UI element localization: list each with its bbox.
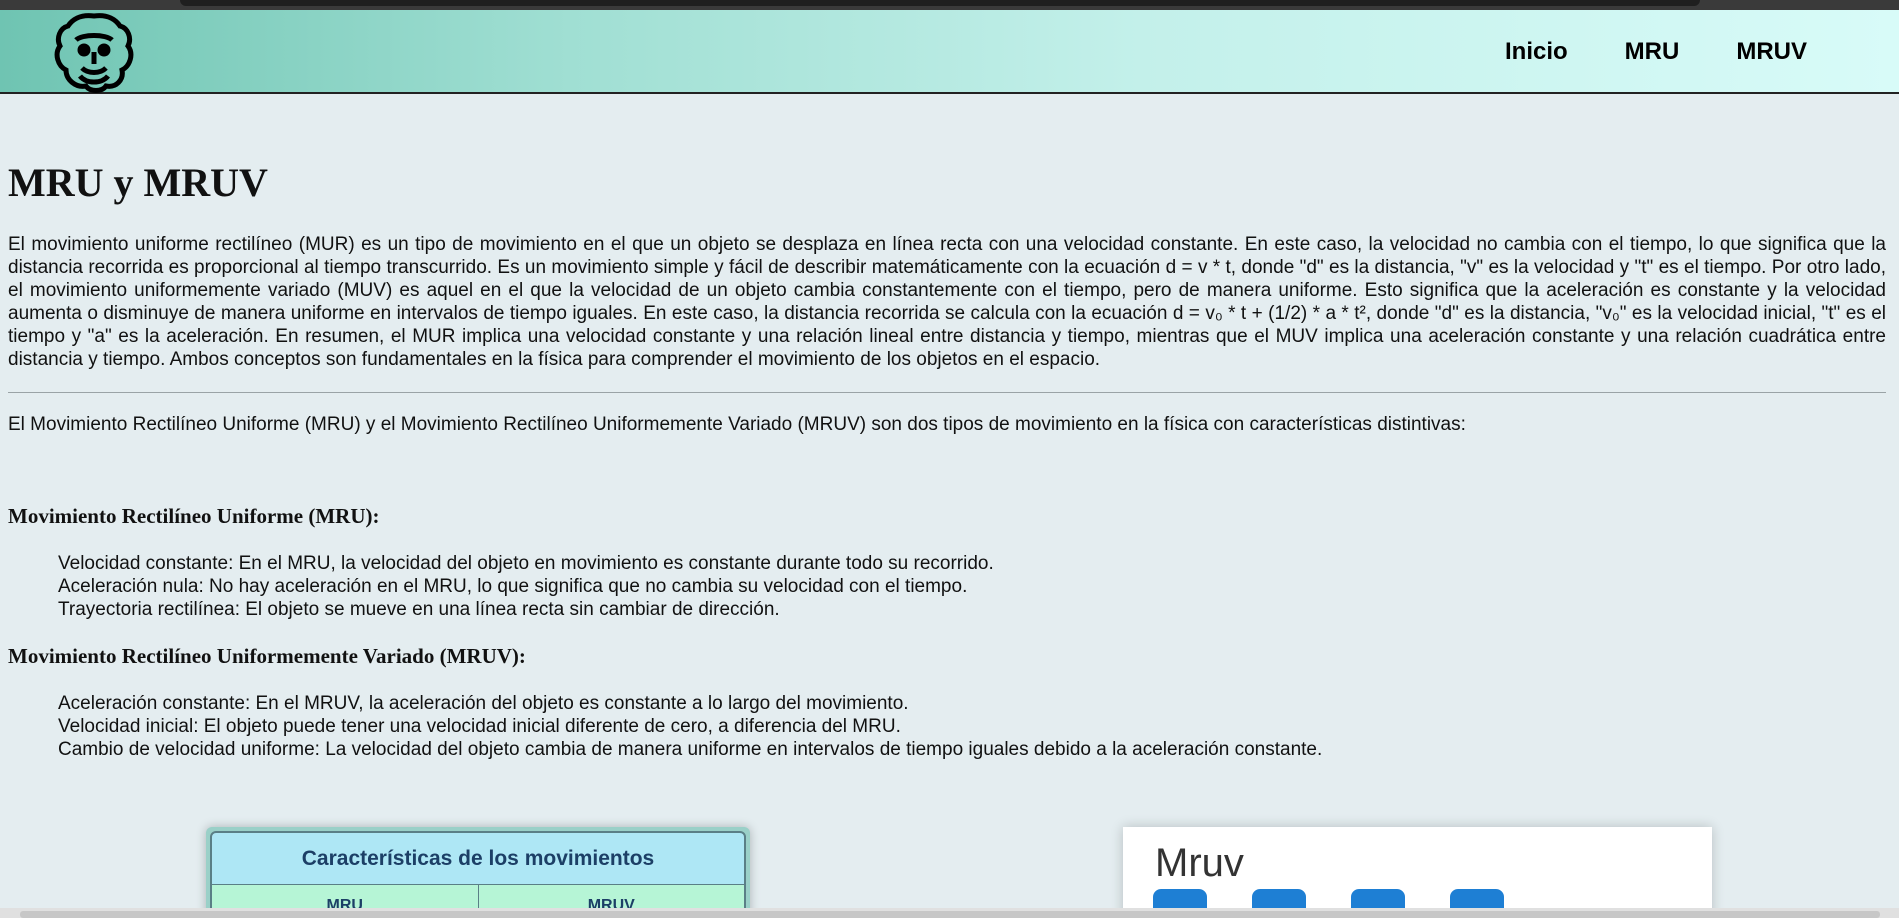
navbar: Inicio MRU MRUV xyxy=(0,10,1899,94)
list-item: Aceleración constante: En el MRUV, la ac… xyxy=(58,693,909,714)
divider xyxy=(8,392,1886,393)
mruv-list: Aceleración constante: En el MRUV, la ac… xyxy=(58,692,1886,761)
nav-links: Inicio MRU MRUV xyxy=(1505,10,1807,94)
page-title: MRU y MRUV xyxy=(8,160,268,205)
mruv-image-title: Mruv xyxy=(1155,841,1244,885)
browser-tabstrip xyxy=(180,0,1700,6)
mru-list: Velocidad constante: En el MRU, la veloc… xyxy=(58,552,1886,621)
characteristics-table-image: Características de los movimientos MRU M… xyxy=(206,827,750,918)
list-item: Velocidad constante: En el MRU, la veloc… xyxy=(58,553,994,574)
main-content: MRU y MRUV El movimiento uniforme rectil… xyxy=(8,94,1886,761)
nav-link-inicio[interactable]: Inicio xyxy=(1505,38,1568,66)
philosopher-head-icon[interactable] xyxy=(50,10,138,94)
mruv-image: Mruv xyxy=(1123,827,1712,918)
list-item: Velocidad inicial: El objeto puede tener… xyxy=(58,716,901,737)
comparison-paragraph: El Movimiento Rectilíneo Uniforme (MRU) … xyxy=(8,414,1466,435)
intro-paragraph: El movimiento uniforme rectilíneo (MUR) … xyxy=(8,234,1886,370)
list-item: Aceleración nula: No hay aceleración en … xyxy=(58,576,968,597)
table-image-header: Características de los movimientos xyxy=(210,831,746,885)
nav-link-mru[interactable]: MRU xyxy=(1625,38,1680,66)
horizontal-scrollbar-thumb[interactable] xyxy=(20,911,1880,918)
list-item: Trayectoria rectilínea: El objeto se mue… xyxy=(58,599,780,620)
list-item: Cambio de velocidad uniforme: La velocid… xyxy=(58,739,1323,760)
mru-heading: Movimiento Rectilíneo Uniforme (MRU): xyxy=(8,504,380,528)
nav-link-mruv[interactable]: MRUV xyxy=(1736,38,1807,66)
mruv-heading: Movimiento Rectilíneo Uniformemente Vari… xyxy=(8,644,526,668)
